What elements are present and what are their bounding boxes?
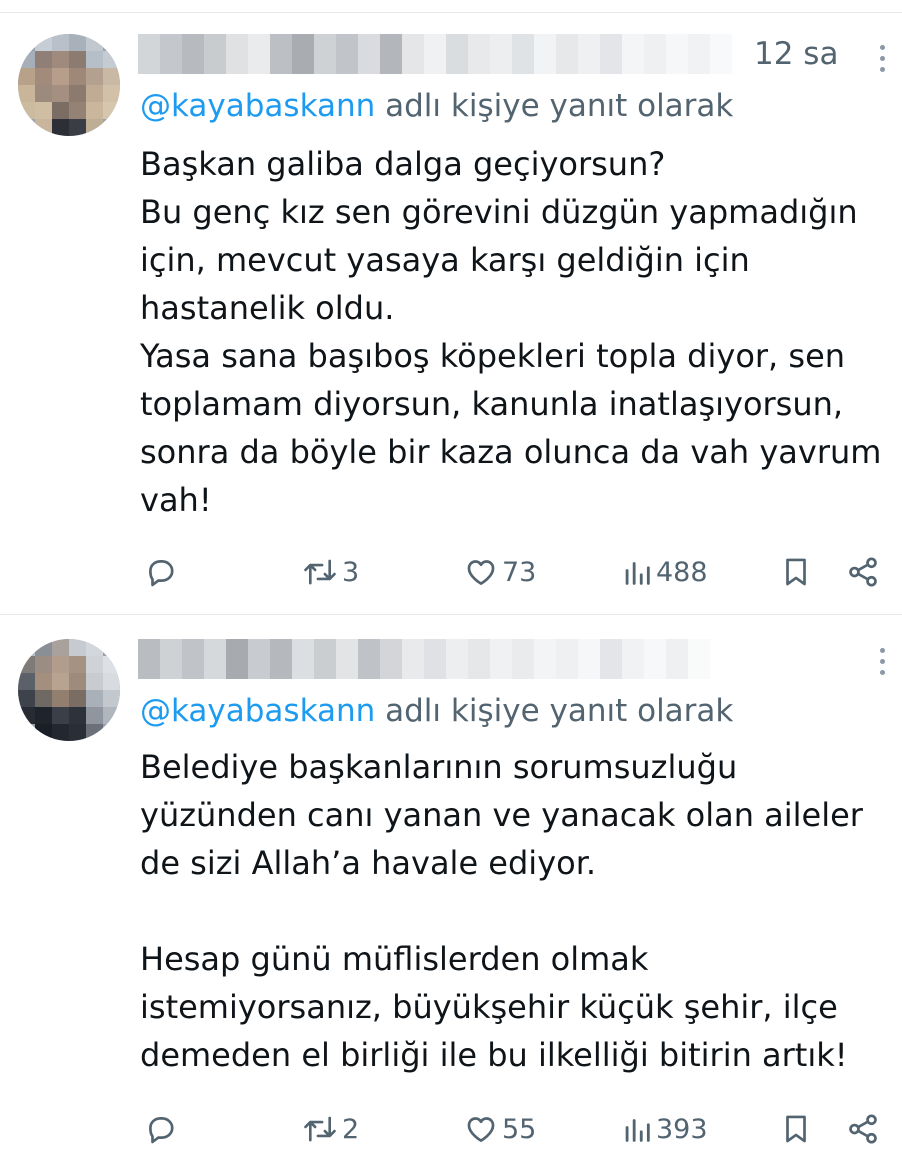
share-button[interactable] [846,550,880,594]
views-count: 393 [656,1113,708,1145]
tweet-text: Belediye başkanlarının sorumsuzluğu yüzü… [140,748,863,1074]
retweet-icon [304,559,336,585]
views-button[interactable]: 488 [622,550,708,594]
views-button[interactable]: 393 [622,1107,708,1151]
reply-handle-link[interactable]: @kayabaskann [140,693,375,729]
like-count: 73 [502,556,537,588]
timestamp[interactable]: 12 sa [754,36,838,72]
reply-icon [149,1117,174,1144]
views-icon [625,1119,650,1142]
reply-button[interactable] [144,1107,178,1151]
tweet-text: Başkan galiba dalga geçiyorsun? Bu genç … [140,145,882,519]
retweet-count: 2 [342,1113,360,1145]
more-icon[interactable] [870,38,894,78]
reply-context-label: adlı kişiye yanıt olarak [375,88,734,124]
retweet-icon [304,1116,336,1142]
heart-icon [467,1117,495,1142]
bookmark-icon [786,558,806,586]
tweet-1[interactable]: 12 sa @kayabaskann adlı kişiye yanıt ola… [0,0,902,614]
like-count: 55 [502,1113,537,1145]
action-bar: 2 55 393 [0,1107,902,1151]
bookmark-icon [786,1115,806,1143]
avatar[interactable] [18,34,120,136]
heart-icon [467,560,495,585]
action-bar: 3 73 488 [0,550,902,594]
more-icon[interactable] [870,641,894,681]
display-name-blurred[interactable] [138,639,710,679]
views-count: 488 [656,556,708,588]
like-button[interactable]: 73 [464,550,536,594]
reply-button[interactable] [144,550,178,594]
avatar[interactable] [18,639,120,741]
bookmark-button[interactable] [781,550,811,594]
retweet-button[interactable]: 2 [302,1107,359,1151]
views-icon [625,562,650,585]
reply-context-label: adlı kişiye yanıt olarak [375,693,734,729]
reply-context: @kayabaskann adlı kişiye yanıt olarak [140,88,733,124]
like-button[interactable]: 55 [464,1107,536,1151]
reply-handle-link[interactable]: @kayabaskann [140,88,375,124]
retweet-button[interactable]: 3 [302,550,359,594]
tweet-2[interactable]: @kayabaskann adlı kişiye yanıt olarak Be… [0,615,902,1166]
share-icon [849,1114,877,1144]
bookmark-button[interactable] [781,1107,811,1151]
share-button[interactable] [846,1107,880,1151]
share-icon [849,557,877,587]
reply-context: @kayabaskann adlı kişiye yanıt olarak [140,693,733,729]
retweet-count: 3 [342,556,360,588]
display-name-blurred[interactable] [138,34,732,74]
reply-icon [149,560,174,587]
